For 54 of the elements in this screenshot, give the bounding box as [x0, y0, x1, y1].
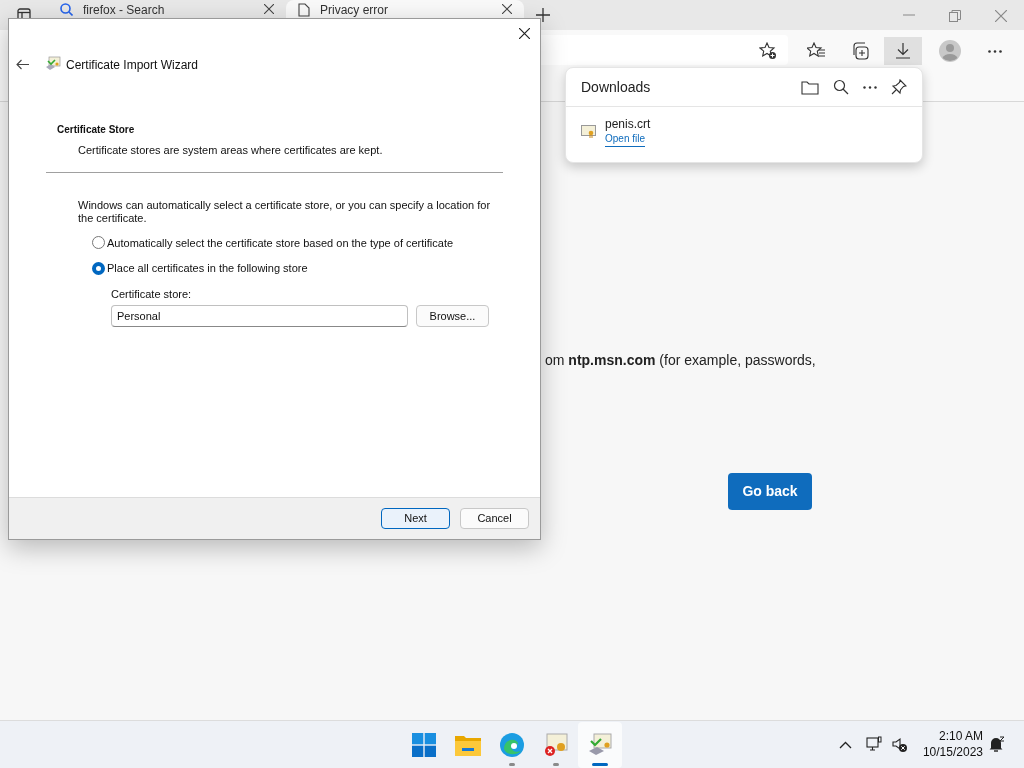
pin-icon[interactable] [891, 79, 907, 95]
window-title: Certificate Import Wizard [66, 57, 199, 74]
search-icon [60, 3, 73, 16]
dialog-button[interactable]: Cancel [460, 508, 529, 529]
browse-button[interactable]: Browse... [416, 305, 489, 327]
favorites-icon[interactable] [807, 42, 825, 60]
intro-text: Windows can automatically select a certificate store, or you can specify a location for the certificate. [78, 198, 492, 225]
network-icon[interactable] [866, 736, 882, 752]
windows-start-icon[interactable] [412, 733, 436, 757]
radio-button[interactable] [92, 236, 105, 250]
certificate-error-icon[interactable] [544, 733, 568, 757]
add-favorite-icon[interactable] [759, 42, 777, 60]
store-field[interactable]: Personal [111, 305, 408, 327]
profile-avatar-icon[interactable] [939, 40, 961, 62]
back-arrow-icon[interactable] [16, 59, 29, 70]
folder-icon[interactable] [455, 734, 481, 756]
search-icon[interactable] [833, 79, 849, 95]
radio-option[interactable]: Automatically select the certificate store based on the type of certificate [92, 234, 540, 251]
section-heading: Certificate Store [57, 123, 136, 137]
close-icon[interactable] [502, 4, 512, 14]
section-description: Certificate stores are system areas where certificates are kept. [78, 143, 384, 158]
radio-option[interactable]: Place all certificates in the following store [92, 260, 540, 277]
new-tab-icon[interactable] [536, 8, 550, 22]
folder-icon[interactable] [801, 79, 819, 95]
close-icon[interactable] [264, 4, 274, 14]
tab-title: Privacy error [320, 3, 388, 17]
radio-button[interactable] [92, 261, 105, 275]
go-back-button[interactable]: Go back [728, 473, 812, 510]
certificate-wizard-icon[interactable] [588, 733, 612, 757]
certificate-wizard-icon[interactable] [45, 56, 61, 72]
muted-speaker-icon[interactable] [892, 737, 908, 753]
more-icon[interactable] [988, 50, 1002, 53]
field-label: Certificate store: [111, 286, 193, 302]
browser-icon[interactable] [500, 733, 524, 757]
open-file-link[interactable]: Open file [605, 132, 646, 147]
browser-tab[interactable]: firefox - Search [48, 0, 286, 30]
download-icon [896, 43, 910, 59]
certificate-file-icon [581, 125, 596, 138]
tab-title: firefox - Search [83, 3, 165, 17]
file-name[interactable]: penis.crt [605, 117, 651, 132]
notification-bell-icon[interactable] [989, 736, 1005, 753]
more-icon[interactable] [863, 85, 877, 89]
warning-text: om ntp.msn.com (for example, passwords, [545, 351, 817, 369]
restore-icon[interactable] [949, 10, 961, 22]
collections-icon[interactable] [851, 42, 869, 60]
chevron-up-icon[interactable] [839, 741, 852, 749]
clock-time[interactable]: 2:10 AM [938, 728, 983, 744]
page-icon [298, 3, 310, 17]
clock-date[interactable]: 10/15/2023 [922, 744, 983, 760]
taskbar-button[interactable] [578, 722, 622, 768]
dialog-button[interactable]: Next [381, 508, 450, 529]
close-icon[interactable] [519, 28, 530, 39]
panel-title: Downloads [581, 77, 651, 97]
downloads-button[interactable] [884, 37, 922, 65]
